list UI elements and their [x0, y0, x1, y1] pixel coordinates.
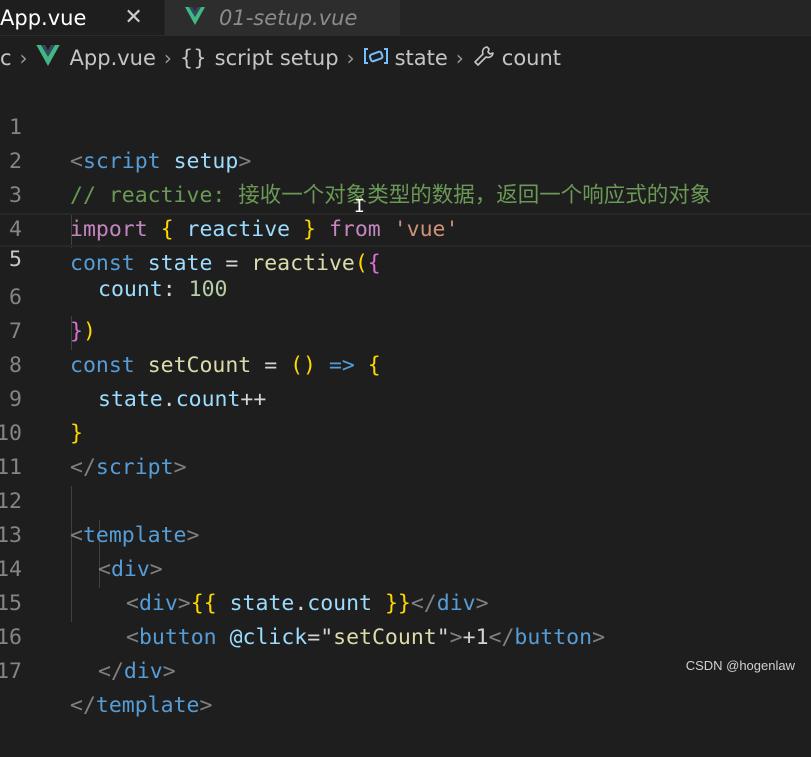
- text-cursor-icon: I: [354, 196, 365, 217]
- code-line: 11: [0, 417, 811, 480]
- chevron-right-icon: ›: [163, 46, 172, 70]
- braces-icon: {}: [179, 46, 207, 70]
- wrench-icon: [472, 44, 496, 73]
- code-line: 9 }: [0, 349, 811, 446]
- breadcrumb-object[interactable]: state: [363, 46, 448, 70]
- chevron-right-icon: ›: [346, 46, 355, 70]
- close-icon[interactable]: ✕: [124, 5, 142, 30]
- code-line: 2 // reactive: 接收一个对象类型的数据，返回一个响应式的对象: [0, 111, 811, 208]
- tab-app-vue[interactable]: App.vue ✕: [0, 0, 164, 35]
- breadcrumb-lead[interactable]: c: [0, 46, 12, 70]
- breadcrumb-file[interactable]: App.vue: [35, 45, 156, 71]
- code-line: 10 </script>: [0, 383, 811, 480]
- tab-bar: App.vue ✕ 01-setup.vue: [0, 0, 811, 36]
- vue-file-icon: [35, 45, 60, 71]
- code-line: 17 </template>: [0, 621, 811, 718]
- code-line-current: 5 count: 100: [0, 213, 811, 302]
- breadcrumb-property[interactable]: count: [472, 44, 561, 73]
- breadcrumb-section[interactable]: {} script setup: [180, 46, 339, 70]
- chevron-right-icon: ›: [455, 46, 464, 70]
- watermark: CSDN @hogenlaw: [685, 658, 795, 673]
- code-line: 6 }): [0, 247, 811, 344]
- code-line: 16 </div>: [0, 587, 811, 684]
- code-line: 8 state.count++: [0, 315, 811, 412]
- code-line: 15 <button @click="setCount">+1</button>: [0, 553, 811, 650]
- breadcrumb: c › App.vue › {} script setup › state › …: [0, 40, 561, 76]
- code-line: 1 <script setup>: [0, 77, 811, 174]
- vue-file-icon: [185, 6, 205, 30]
- tab-label: App.vue: [0, 5, 87, 30]
- variable-icon: [363, 46, 389, 70]
- tab-label: 01-setup.vue: [219, 5, 358, 30]
- code-editor[interactable]: 1 <script setup> 2 // reactive: 接收一个对象类型…: [0, 77, 811, 718]
- tab-01-setup-vue[interactable]: 01-setup.vue: [164, 0, 400, 35]
- code-line: 12 <template>: [0, 451, 811, 548]
- code-line: 3 import { reactive } from 'vue': [0, 145, 811, 242]
- code-line: 14 <div>{{ state.count }}</div>: [0, 519, 811, 616]
- chevron-right-icon: ›: [19, 46, 28, 70]
- code-line: 4 const state = reactive({: [0, 179, 811, 276]
- code-line: 13 <div>: [0, 485, 811, 582]
- line-number: 17: [0, 659, 22, 684]
- code-line: 7 const setCount = () => {: [0, 281, 811, 378]
